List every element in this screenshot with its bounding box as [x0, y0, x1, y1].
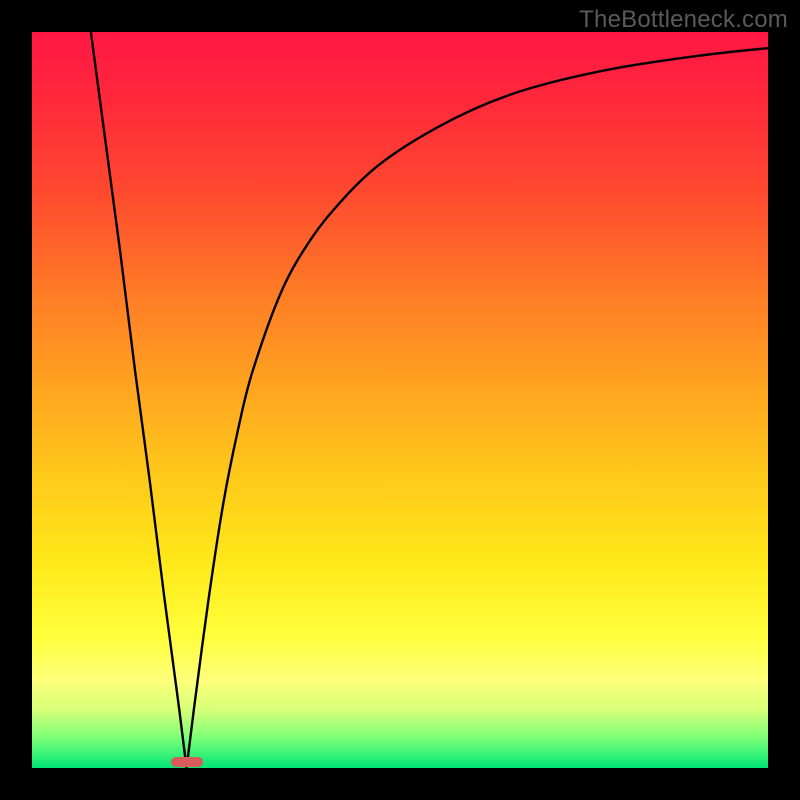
attribution-label: TheBottleneck.com [579, 6, 788, 34]
chart-frame: TheBottleneck.com [0, 0, 800, 800]
bottleneck-curve [91, 32, 768, 768]
min-point-marker [171, 757, 203, 767]
curve-svg [32, 32, 768, 768]
plot-area [32, 32, 768, 768]
